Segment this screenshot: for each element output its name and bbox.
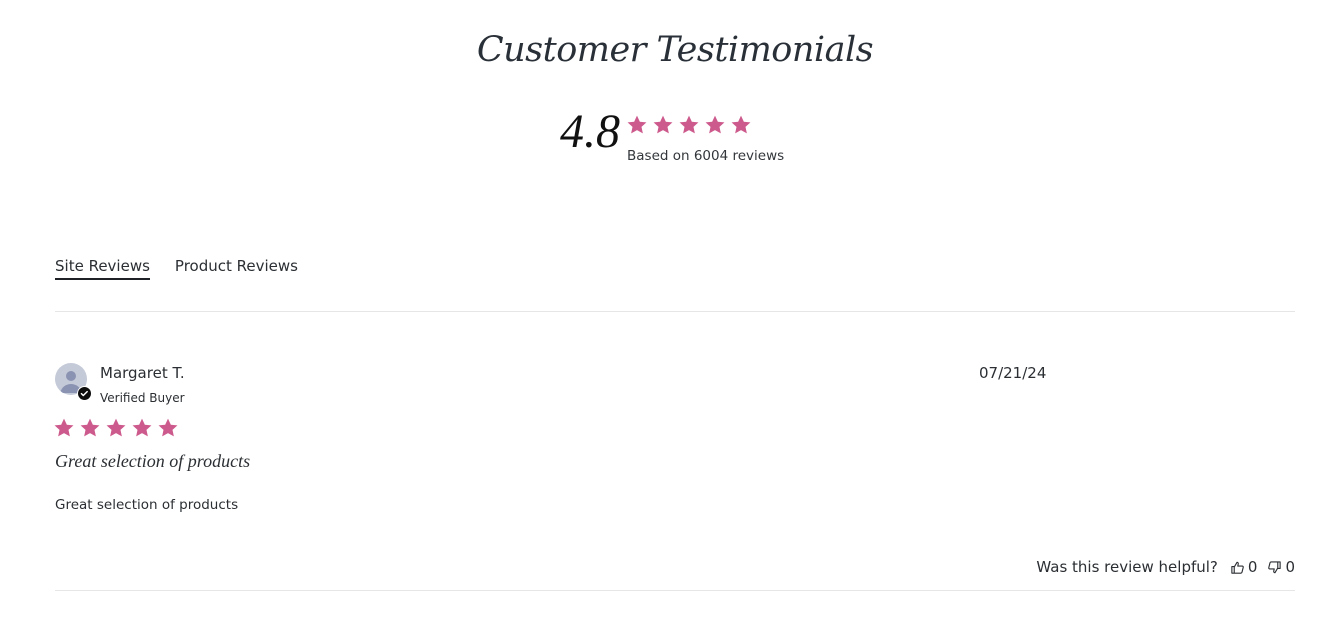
- avatar: [55, 363, 92, 401]
- tab-site-reviews[interactable]: Site Reviews: [55, 257, 150, 280]
- upvote-button[interactable]: 0: [1230, 558, 1258, 576]
- tab-product-reviews[interactable]: Product Reviews: [175, 257, 298, 278]
- star-icon: [105, 417, 127, 439]
- check-icon: [77, 386, 92, 401]
- star-icon: [678, 114, 700, 136]
- star-icon: [626, 114, 648, 136]
- review-title: Great selection of products: [55, 451, 251, 471]
- review-count: Based on 6004 reviews: [627, 148, 785, 164]
- upvote-count: 0: [1247, 558, 1258, 576]
- page-title: Customer Testimonials: [476, 30, 874, 70]
- star-icon: [79, 417, 101, 439]
- star-icon: [704, 114, 726, 136]
- star-icon: [157, 417, 179, 439]
- star-icon: [730, 114, 752, 136]
- downvote-count: 0: [1285, 558, 1295, 576]
- average-rating: 4.8: [560, 105, 620, 158]
- star-icon: [652, 114, 674, 136]
- review-stars: [53, 417, 183, 443]
- summary-stars: [626, 114, 756, 140]
- helpful-prompt: Was this review helpful?: [1036, 558, 1218, 576]
- divider: [55, 311, 1295, 312]
- review-body: Great selection of products: [55, 497, 239, 513]
- review-tabs: Site Reviews Product Reviews: [55, 256, 323, 280]
- divider: [55, 590, 1295, 591]
- review-date: 07/21/24: [979, 364, 1047, 382]
- verified-buyer-label: Verified Buyer: [100, 391, 185, 405]
- thumbs-up-icon: [1230, 560, 1245, 575]
- thumbs-down-icon: [1267, 560, 1282, 575]
- star-icon: [131, 417, 153, 439]
- reviewer-name: Margaret T.: [100, 364, 185, 382]
- star-icon: [53, 417, 75, 439]
- helpful-section: Was this review helpful? 0 0: [1036, 558, 1295, 576]
- downvote-button[interactable]: 0: [1267, 558, 1295, 576]
